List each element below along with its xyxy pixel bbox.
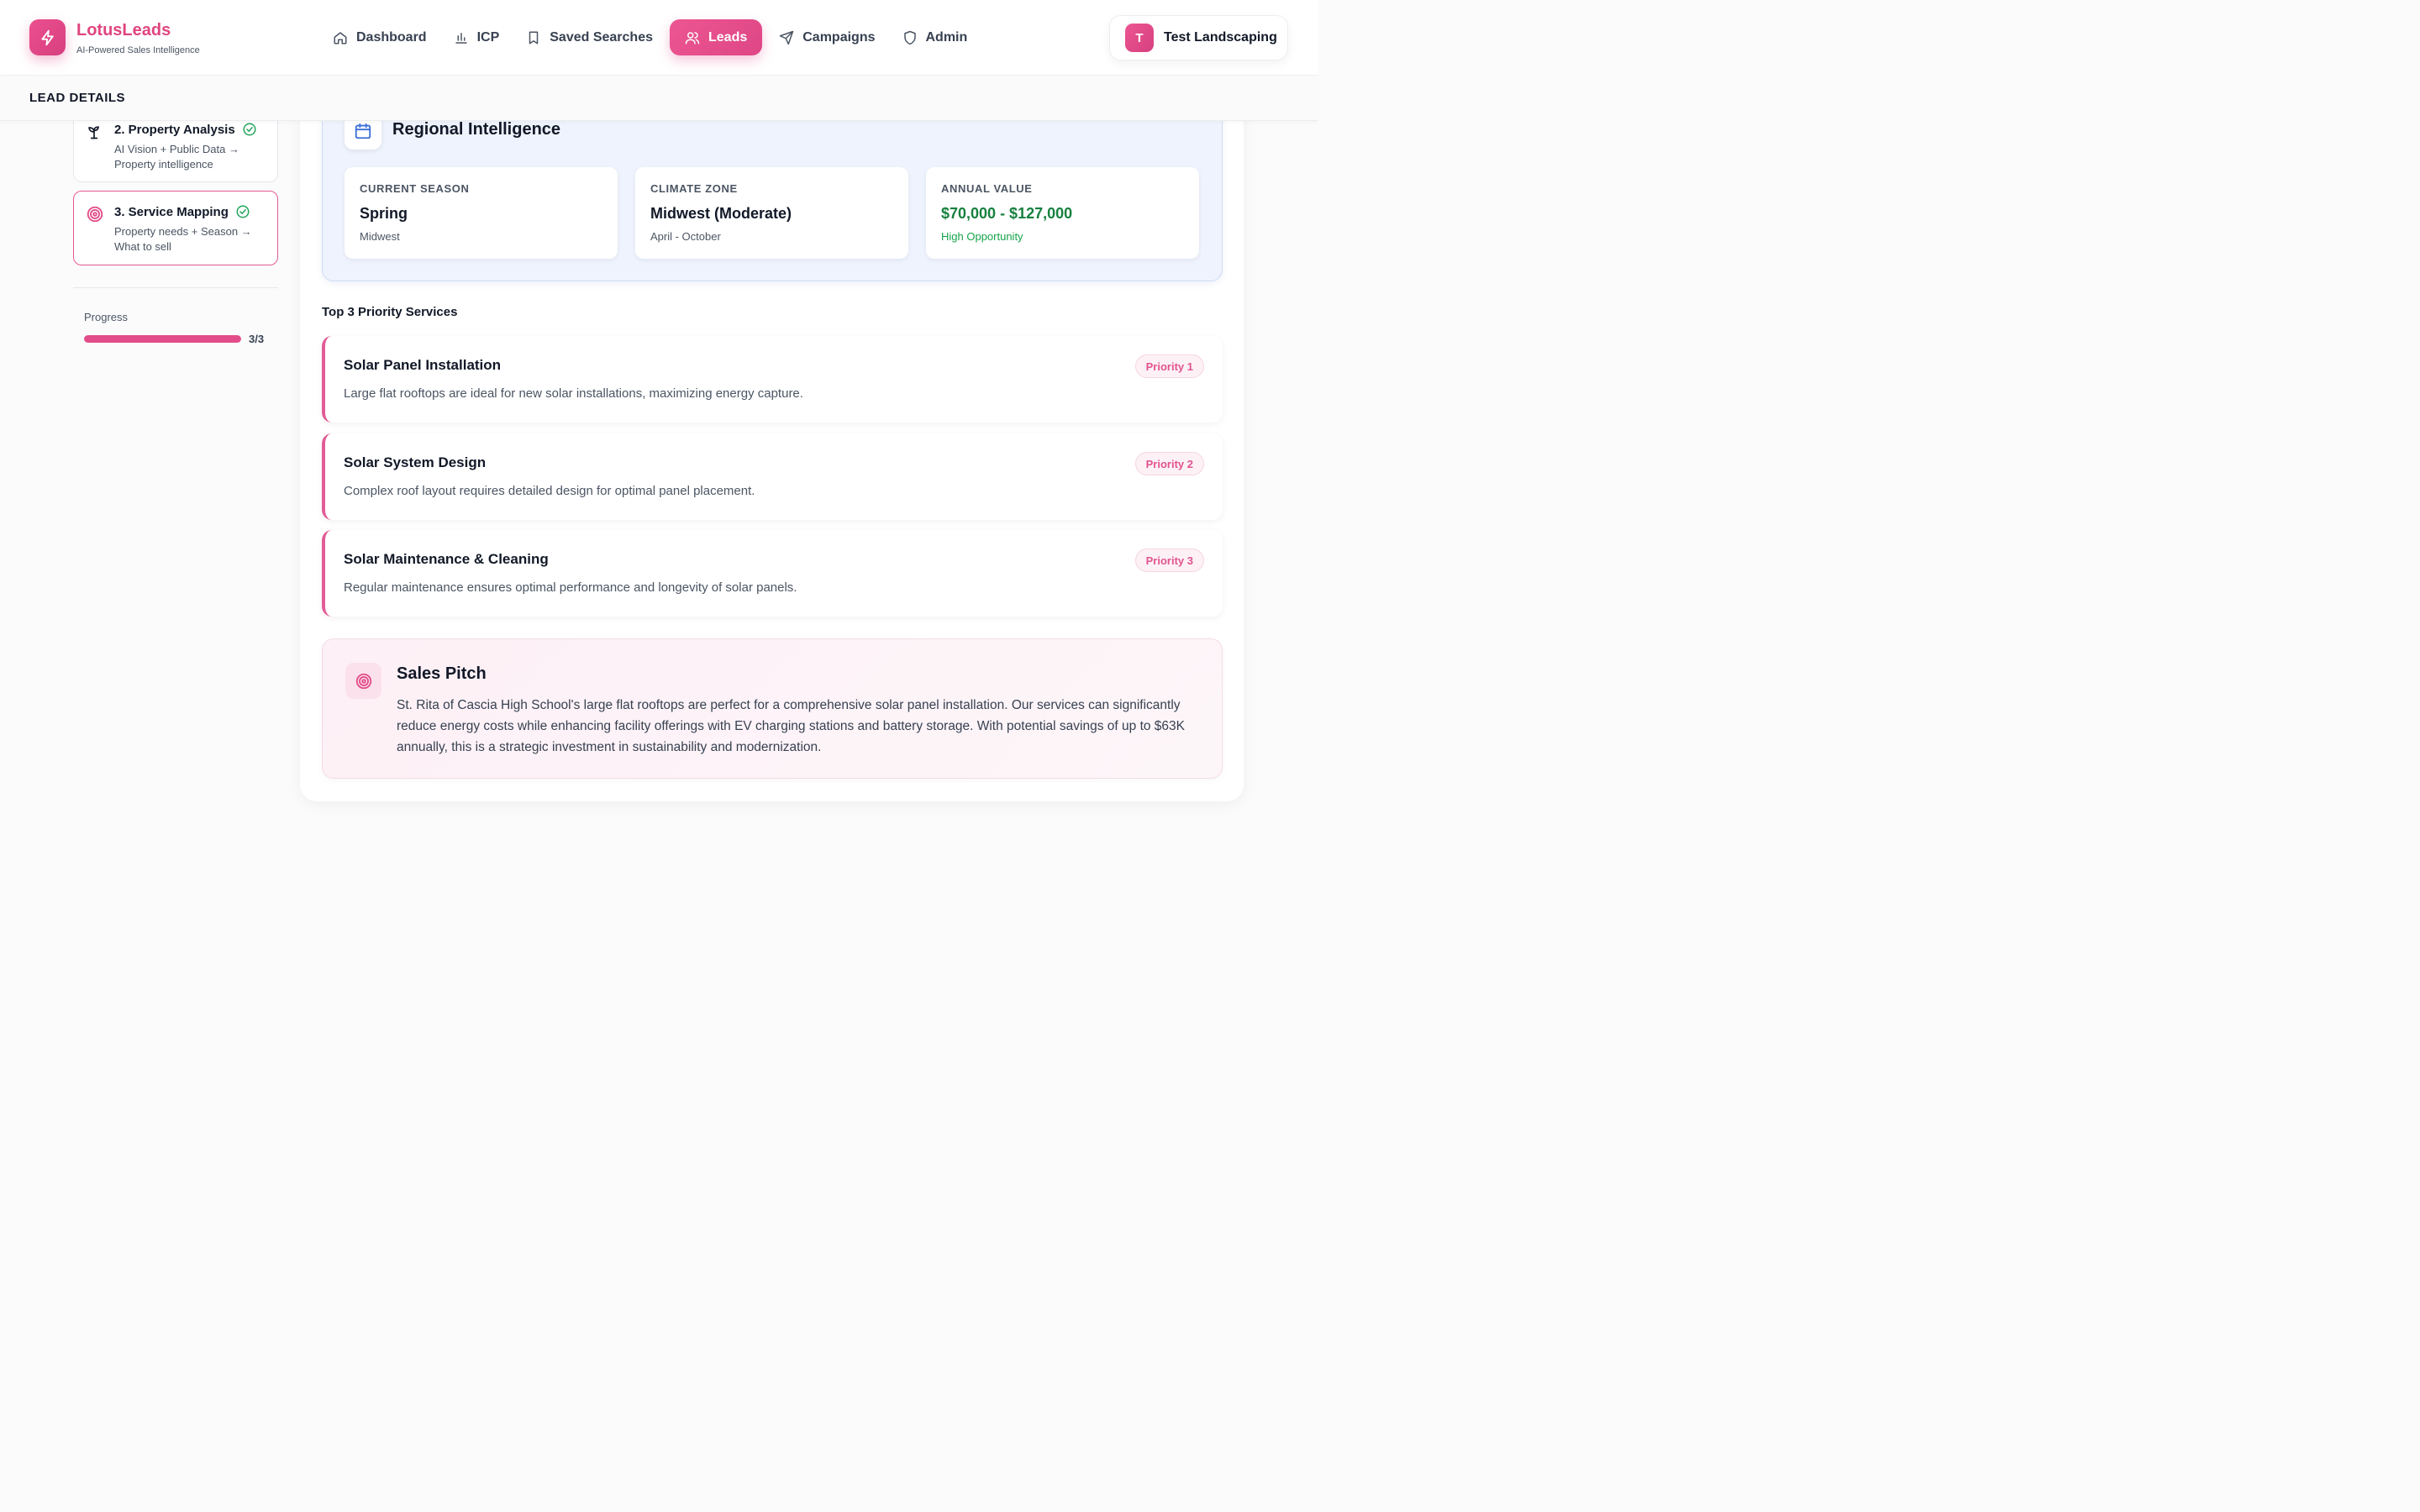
service-card[interactable]: Solar System Design Complex roof layout … [322, 433, 1223, 520]
service-description: Complex roof layout requires detailed de… [344, 484, 755, 498]
sales-pitch-title: Sales Pitch [397, 664, 487, 683]
main-nav: Dashboard ICP Saved Searches Leads Campa… [323, 19, 977, 55]
home-icon [334, 31, 347, 44]
stat-subtext: April - October [650, 230, 721, 243]
avatar: T [1125, 24, 1154, 52]
stat-value: Midwest (Moderate) [650, 205, 792, 222]
top-navigation-bar: LotusLeads AI-Powered Sales Intelligence… [0, 0, 1318, 76]
stat-subtext: Midwest [360, 230, 400, 243]
nav-saved-searches-label: Saved Searches [550, 29, 653, 45]
nav-admin[interactable]: Admin [892, 19, 978, 55]
step-title: 2. Property Analysis [114, 122, 257, 137]
stat-value: $70,000 - $127,000 [941, 205, 1073, 222]
stat-value: Spring [360, 205, 408, 222]
nav-leads[interactable]: Leads [670, 19, 763, 55]
check-circle-icon [243, 123, 256, 136]
user-name: Test Landscaping [1164, 30, 1277, 45]
stat-subtext: High Opportunity [941, 230, 1023, 243]
service-description: Large flat rooftops are ideal for new so… [344, 386, 803, 401]
service-title: Solar Maintenance & Cleaning [344, 551, 549, 567]
nav-dashboard-label: Dashboard [356, 29, 427, 45]
step-title-text: 3. Service Mapping [114, 204, 229, 219]
stat-label: ANNUAL VALUE [941, 182, 1033, 195]
user-menu[interactable]: T Test Landscaping [1109, 15, 1288, 60]
step-title-text: 2. Property Analysis [114, 122, 235, 137]
nav-icp-label: ICP [476, 29, 500, 45]
nav-dashboard[interactable]: Dashboard [323, 19, 437, 55]
brand-name[interactable]: LotusLeads [76, 21, 171, 40]
stat-card-current-season: CURRENT SEASON Spring Midwest [345, 167, 618, 259]
pitch-icon-box [345, 663, 381, 699]
lightning-icon [40, 29, 54, 45]
service-card[interactable]: Solar Panel Installation Large flat roof… [322, 336, 1223, 423]
bookmark-icon [529, 31, 539, 44]
step-title: 3. Service Mapping [114, 204, 250, 219]
service-card[interactable]: Solar Maintenance & Cleaning Regular mai… [322, 530, 1223, 617]
target-icon [355, 673, 371, 689]
stat-card-annual-value: ANNUAL VALUE $70,000 - $127,000 High Opp… [926, 167, 1199, 259]
target-icon [87, 206, 103, 223]
service-description: Regular maintenance ensures optimal perf… [344, 580, 797, 595]
priority-badge: Priority 2 [1134, 452, 1204, 475]
stat-label: CURRENT SEASON [360, 182, 470, 195]
logo[interactable] [29, 19, 66, 55]
send-icon [780, 30, 794, 45]
progress-bar [84, 335, 241, 343]
progress-count: 3/3 [249, 333, 265, 345]
nav-admin-label: Admin [925, 29, 968, 45]
lead-details-header: LEAD DETAILS [0, 76, 1318, 121]
brand-tagline: AI-Powered Sales Intelligence [76, 45, 200, 55]
stat-card-climate-zone: CLIMATE ZONE Midwest (Moderate) April - … [635, 167, 908, 259]
priority-badge: Priority 3 [1134, 549, 1204, 572]
sales-pitch-section: Sales Pitch St. Rita of Cascia High Scho… [322, 638, 1223, 779]
page-title: LEAD DETAILS [29, 91, 126, 105]
nav-leads-label: Leads [708, 29, 748, 45]
step-description: Property needs + Season → What to sell [114, 225, 252, 253]
service-title: Solar System Design [344, 454, 487, 470]
stat-label: CLIMATE ZONE [650, 182, 738, 195]
divider [73, 287, 278, 288]
step-card-service-mapping[interactable]: 3. Service Mapping Property needs + Seas… [73, 191, 278, 265]
check-circle-icon [236, 205, 250, 218]
regional-intelligence-title: Regional Intelligence [392, 120, 561, 139]
sprout-icon [88, 126, 99, 139]
calendar-icon [355, 123, 371, 139]
nav-campaigns-label: Campaigns [802, 29, 876, 45]
progress-fill [84, 335, 241, 343]
priority-services-heading: Top 3 Priority Services [322, 305, 458, 319]
nav-icp[interactable]: ICP [444, 19, 510, 55]
bar-chart-icon [455, 32, 467, 44]
sales-pitch-text: St. Rita of Cascia High School's large f… [397, 698, 1185, 754]
priority-badge: Priority 1 [1134, 354, 1204, 378]
service-title: Solar Panel Installation [344, 357, 502, 373]
progress-label: Progress [84, 311, 129, 323]
nav-campaigns[interactable]: Campaigns [769, 19, 885, 55]
users-icon [685, 31, 700, 44]
nav-saved-searches[interactable]: Saved Searches [516, 19, 663, 55]
shield-icon [903, 30, 916, 45]
step-description: AI Vision + Public Data → Property intel… [114, 143, 239, 171]
